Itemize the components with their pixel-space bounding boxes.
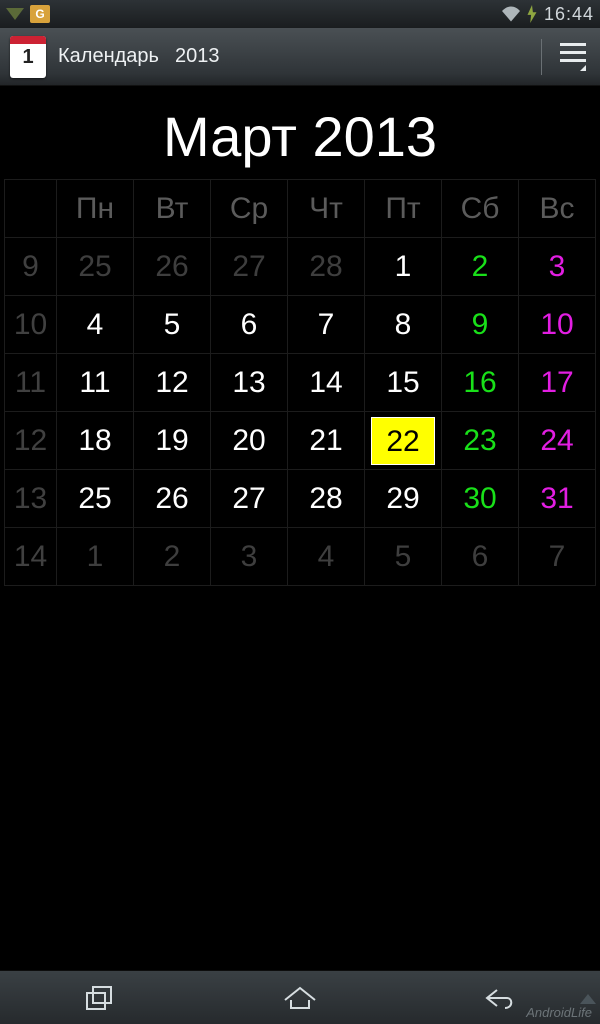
day-cell[interactable]: 2	[134, 528, 211, 586]
day-cell[interactable]: 4	[288, 528, 365, 586]
day-cell[interactable]: 21	[288, 412, 365, 470]
day-cell[interactable]: 20	[211, 412, 288, 470]
day-cell[interactable]: 28	[288, 470, 365, 528]
day-cell[interactable]: 7	[519, 528, 596, 586]
day-cell[interactable]: 17	[519, 354, 596, 412]
day-cell[interactable]: 4	[57, 296, 134, 354]
day-cell[interactable]: 25	[57, 238, 134, 296]
day-cell[interactable]: 2	[442, 238, 519, 296]
day-cell[interactable]: 1	[365, 238, 442, 296]
week-number: 11	[5, 354, 57, 412]
overflow-caret-icon	[580, 994, 596, 1004]
wifi-icon	[502, 6, 520, 22]
back-button[interactable]	[475, 980, 525, 1016]
day-cell[interactable]: 5	[134, 296, 211, 354]
day-cell[interactable]: 28	[288, 238, 365, 296]
week-number: 14	[5, 528, 57, 586]
recent-apps-button[interactable]	[75, 980, 125, 1016]
day-cell[interactable]: 15	[365, 354, 442, 412]
day-cell[interactable]: 18	[57, 412, 134, 470]
day-cell[interactable]: 13	[211, 354, 288, 412]
calendar-grid: ПнВтСрЧтПтСбВс 9252627281231045678910111…	[0, 179, 600, 586]
today-highlight[interactable]: 22	[371, 417, 435, 465]
google-notification-icon: G	[30, 5, 50, 23]
day-cell[interactable]: 6	[442, 528, 519, 586]
day-cell[interactable]: 3	[211, 528, 288, 586]
day-cell[interactable]: 29	[365, 470, 442, 528]
status-bar: G 16:44	[0, 0, 600, 28]
week-number: 12	[5, 412, 57, 470]
day-cell[interactable]: 6	[211, 296, 288, 354]
day-cell[interactable]: 7	[288, 296, 365, 354]
week-number-header	[5, 180, 57, 238]
day-cell[interactable]: 12	[134, 354, 211, 412]
watermark: AndroidLife	[526, 1005, 592, 1020]
day-cell[interactable]: 24	[519, 412, 596, 470]
action-bar-divider	[541, 39, 542, 75]
weekday-header: Пт	[365, 180, 442, 238]
week-number: 10	[5, 296, 57, 354]
week-number: 9	[5, 238, 57, 296]
day-cell[interactable]: 25	[57, 470, 134, 528]
day-cell[interactable]: 26	[134, 238, 211, 296]
day-cell[interactable]: 26	[134, 470, 211, 528]
day-cell[interactable]: 14	[288, 354, 365, 412]
day-cell[interactable]: 1	[57, 528, 134, 586]
calendar-app-icon[interactable]	[10, 36, 46, 78]
day-cell[interactable]: 30	[442, 470, 519, 528]
weekday-header: Пн	[57, 180, 134, 238]
day-cell[interactable]: 5	[365, 528, 442, 586]
day-cell[interactable]: 22	[365, 412, 442, 470]
weekday-header: Вт	[134, 180, 211, 238]
action-bar: Календарь 2013	[0, 28, 600, 86]
day-cell[interactable]: 23	[442, 412, 519, 470]
battery-charging-icon	[526, 5, 538, 23]
day-cell[interactable]: 19	[134, 412, 211, 470]
weekday-header: Вс	[519, 180, 596, 238]
notification-icon	[6, 8, 24, 20]
day-cell[interactable]: 27	[211, 470, 288, 528]
weekday-header: Сб	[442, 180, 519, 238]
month-title: Март 2013	[0, 86, 600, 179]
weekday-header: Ср	[211, 180, 288, 238]
week-number: 13	[5, 470, 57, 528]
weekday-header: Чт	[288, 180, 365, 238]
day-cell[interactable]: 9	[442, 296, 519, 354]
app-title: Календарь	[58, 45, 159, 68]
day-cell[interactable]: 11	[57, 354, 134, 412]
day-cell[interactable]: 16	[442, 354, 519, 412]
day-cell[interactable]: 3	[519, 238, 596, 296]
home-button[interactable]	[275, 980, 325, 1016]
day-cell[interactable]: 8	[365, 296, 442, 354]
navigation-bar: AndroidLife	[0, 970, 600, 1024]
menu-button[interactable]	[556, 39, 590, 75]
status-clock: 16:44	[544, 4, 594, 25]
day-cell[interactable]: 31	[519, 470, 596, 528]
day-cell[interactable]: 27	[211, 238, 288, 296]
year-selector[interactable]: 2013	[175, 45, 220, 68]
day-cell[interactable]: 10	[519, 296, 596, 354]
